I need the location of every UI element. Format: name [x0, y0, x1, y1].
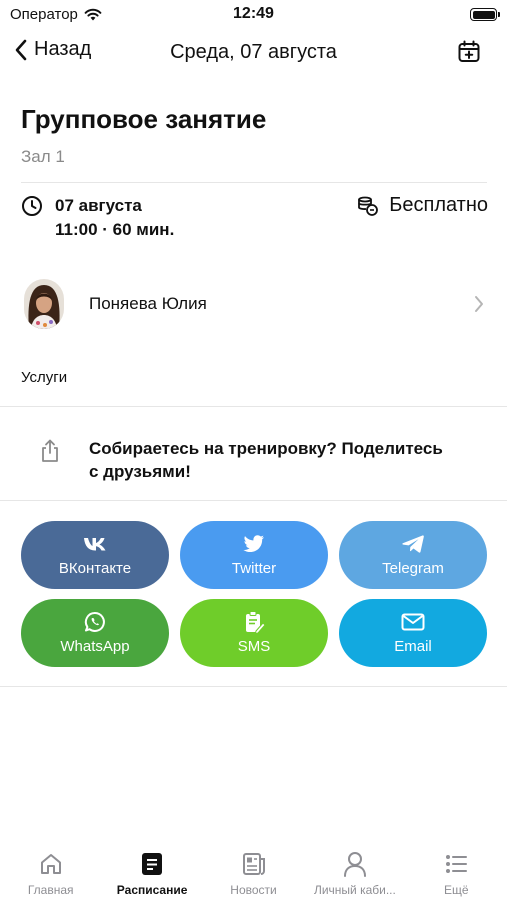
- tab-schedule-label: Расписание: [116, 883, 188, 897]
- share-prompt: Собираетесь на тренировку? Поделитесь с …: [0, 423, 507, 493]
- tab-more-label: Ещё: [444, 883, 469, 897]
- nav-bar: Назад Среда, 07 августа: [0, 32, 507, 74]
- vk-icon: [84, 538, 106, 551]
- divider: [0, 406, 507, 407]
- add-to-calendar-button[interactable]: [457, 40, 481, 69]
- chevron-left-icon: [15, 39, 27, 60]
- event-date: 07 августа: [55, 196, 142, 215]
- battery-icon: [470, 8, 500, 21]
- tab-home[interactable]: Главная: [0, 840, 101, 900]
- profile-icon: [343, 852, 366, 877]
- status-bar: Оператор 12:49: [0, 0, 507, 30]
- event-price: Бесплатно: [357, 194, 488, 217]
- hall-label: Зал 1: [21, 147, 65, 166]
- divider: [21, 182, 487, 183]
- event-time: 11:00 · 60 мин.: [55, 220, 175, 239]
- home-icon: [40, 854, 61, 874]
- tab-more[interactable]: Ещё: [406, 840, 507, 900]
- sms-icon: [246, 611, 265, 634]
- share-vk-button[interactable]: ВКонтакте: [21, 521, 169, 589]
- share-email-label: Email: [394, 638, 432, 655]
- tab-profile[interactable]: Личный каби...: [304, 840, 405, 900]
- share-buttons: ВКонтакте Twitter Telegram WhatsApp SMS …: [21, 521, 487, 667]
- share-whatsapp-button[interactable]: WhatsApp: [21, 599, 169, 667]
- chevron-right-icon: [475, 296, 483, 312]
- share-twitter-label: Twitter: [231, 560, 277, 577]
- more-icon: [446, 855, 468, 873]
- tab-schedule[interactable]: Расписание: [101, 840, 202, 900]
- tab-news-label: Новости: [230, 883, 277, 897]
- email-icon: [401, 613, 425, 631]
- share-telegram-button[interactable]: Telegram: [339, 521, 487, 589]
- divider: [0, 500, 507, 501]
- share-email-button[interactable]: Email: [339, 599, 487, 667]
- tab-profile-label: Личный каби...: [313, 883, 396, 897]
- divider: [0, 686, 507, 687]
- tab-home-label: Главная: [27, 883, 74, 897]
- coins-icon: [358, 196, 379, 216]
- status-time: 12:49: [233, 5, 274, 22]
- back-button[interactable]: Назад: [14, 38, 91, 61]
- trainer-row[interactable]: Поняева Юлия: [0, 276, 507, 334]
- share-vk-label: ВКонтакте: [58, 560, 132, 577]
- share-prompt-line: с друзьями!: [89, 462, 191, 481]
- share-prompt-line: Собираетесь на тренировку? Поделитесь: [89, 439, 443, 458]
- back-label: Назад: [34, 38, 92, 60]
- trainer-avatar: [24, 279, 64, 329]
- news-icon: [242, 853, 265, 875]
- share-telegram-label: Telegram: [382, 560, 444, 577]
- trainer-name: Поняева Юлия: [89, 294, 207, 313]
- services-label: Услуги: [21, 369, 68, 386]
- twitter-icon: [243, 535, 264, 553]
- schedule-icon: [142, 853, 163, 875]
- whatsapp-icon: [84, 611, 105, 632]
- tab-bar: Главная Расписание Новости Личный каби..…: [0, 840, 507, 900]
- share-icon: [42, 439, 58, 462]
- share-whatsapp-label: WhatsApp: [60, 638, 130, 655]
- telegram-icon: [402, 535, 424, 553]
- share-sms-label: SMS: [237, 638, 271, 655]
- clock-icon: [22, 196, 42, 216]
- share-twitter-button[interactable]: Twitter: [180, 521, 328, 589]
- event-datetime: 07 августа 11:00 · 60 мин.: [21, 194, 174, 242]
- event-title: Групповое занятие: [21, 104, 267, 134]
- share-prompt-text: Собираетесь на тренировку? Поделитесь с …: [89, 437, 489, 483]
- tab-news[interactable]: Новости: [203, 840, 304, 900]
- calendar-add-icon: [458, 40, 480, 62]
- price-label: Бесплатно: [389, 194, 488, 216]
- share-sms-button[interactable]: SMS: [180, 599, 328, 667]
